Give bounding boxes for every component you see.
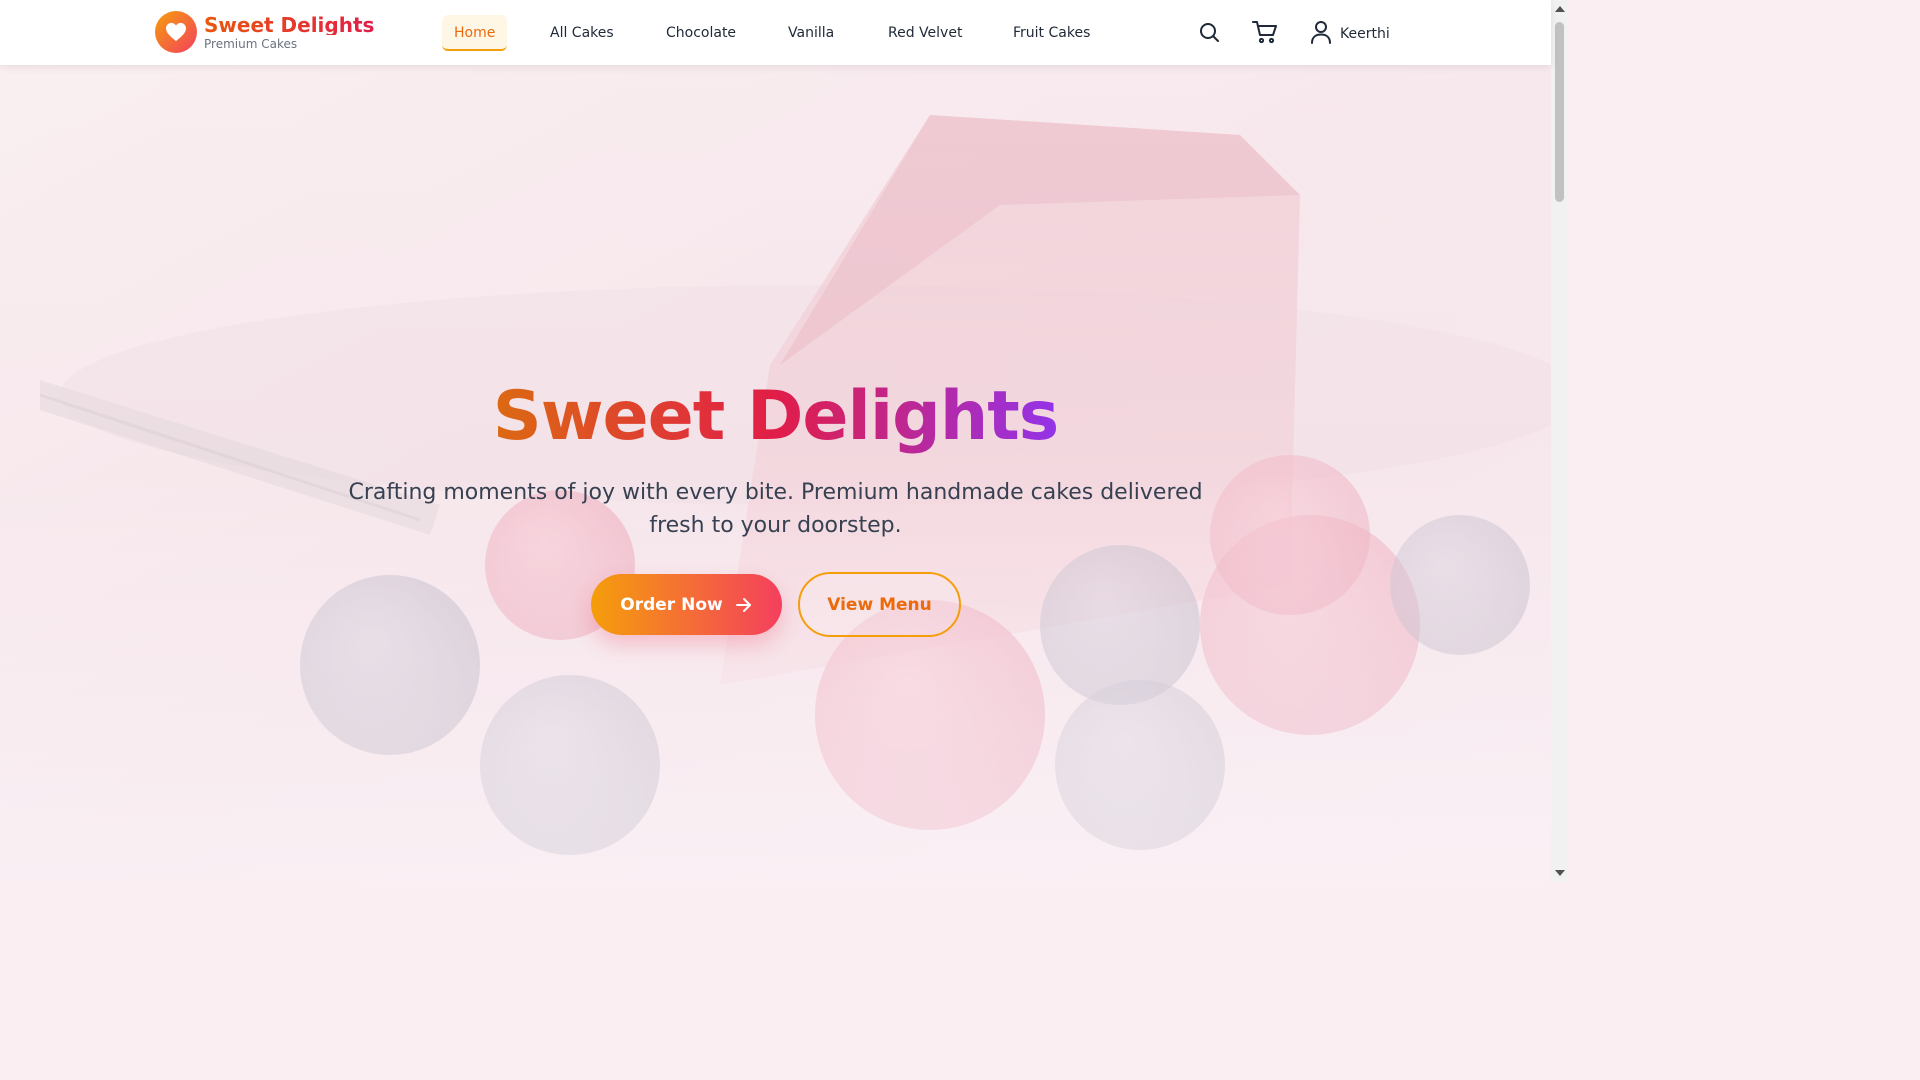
page-scrollbar[interactable] bbox=[1551, 0, 1568, 882]
hero-section: Sweet Delights Crafting moments of joy w… bbox=[0, 65, 1551, 882]
arrow-right-icon bbox=[735, 597, 751, 612]
heart-icon bbox=[155, 11, 197, 53]
hero-overlay bbox=[0, 65, 1551, 882]
brand-logo[interactable]: Sweet Delights Premium Cakes bbox=[155, 11, 374, 53]
user-icon bbox=[1310, 20, 1332, 48]
nav-item-all-cakes[interactable]: All Cakes bbox=[550, 15, 614, 51]
user-menu[interactable]: Keerthi bbox=[1310, 20, 1390, 48]
hero-subtitle: Crafting moments of joy with every bite.… bbox=[348, 480, 1203, 538]
nav-item-vanilla[interactable]: Vanilla bbox=[788, 15, 834, 51]
nav-item-red-velvet[interactable]: Red Velvet bbox=[888, 15, 962, 51]
search-icon[interactable] bbox=[1197, 20, 1221, 44]
nav-item-chocolate[interactable]: Chocolate bbox=[666, 15, 736, 51]
hero-title: Sweet Delights bbox=[492, 377, 1059, 456]
scroll-down-arrow-icon[interactable] bbox=[1555, 870, 1565, 876]
nav-item-fruit-cakes[interactable]: Fruit Cakes bbox=[1013, 15, 1090, 51]
order-now-button[interactable]: Order Now bbox=[591, 574, 782, 635]
user-name: Keerthi bbox=[1340, 26, 1390, 42]
order-now-label: Order Now bbox=[620, 594, 723, 615]
brand-title: Sweet Delights bbox=[204, 12, 375, 37]
scroll-up-arrow-icon[interactable] bbox=[1555, 6, 1565, 12]
view-menu-button[interactable]: View Menu bbox=[798, 572, 961, 637]
site-header: Sweet Delights Premium Cakes Home All Ca… bbox=[0, 0, 1551, 65]
view-menu-label: View Menu bbox=[827, 594, 932, 615]
scrollbar-thumb[interactable] bbox=[1555, 22, 1564, 202]
brand-subtitle: Premium Cakes bbox=[204, 36, 298, 51]
cart-icon[interactable] bbox=[1252, 20, 1277, 44]
nav-item-home[interactable]: Home bbox=[442, 15, 508, 51]
